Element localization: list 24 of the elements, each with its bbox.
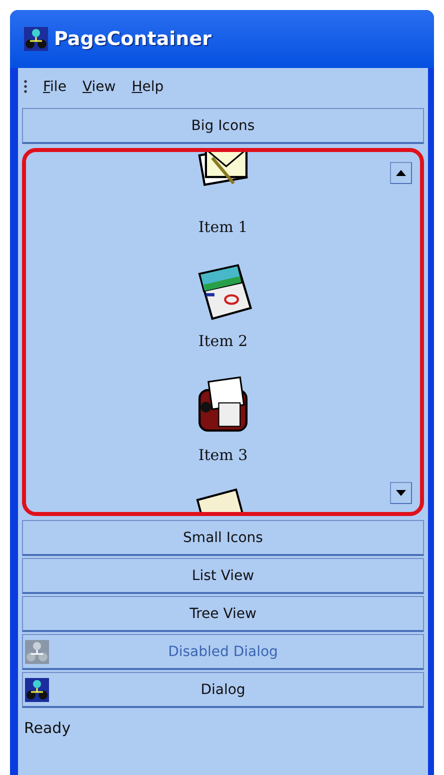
app-icon — [24, 27, 48, 51]
window-title: PageContainer — [54, 28, 212, 50]
card-file-icon — [198, 376, 248, 432]
menu-item[interactable]: File — [37, 77, 72, 97]
down-arrow-icon — [396, 490, 406, 496]
page-header-button[interactable]: Tree View — [22, 596, 424, 632]
app-icon — [25, 678, 49, 702]
big-icon-item[interactable]: Item 1 — [191, 152, 255, 260]
app-icon — [25, 640, 49, 664]
grip-icon — [24, 79, 27, 95]
calendar-icon — [198, 264, 252, 320]
status-bar-text: Ready — [23, 718, 72, 739]
big-icon-item[interactable]: Item 2 — [191, 260, 255, 374]
scroll-up-button[interactable] — [390, 162, 412, 184]
menu-item[interactable]: View — [76, 77, 122, 97]
page-header-button[interactable]: Small Icons — [22, 520, 424, 556]
page-header-button[interactable]: Dialog — [22, 672, 424, 708]
envelope-icon — [198, 152, 248, 186]
page-header-button[interactable]: Big Icons — [22, 108, 424, 144]
page-header-button[interactable]: List View — [22, 558, 424, 594]
big-icon-item[interactable]: Item 3 — [191, 374, 255, 488]
up-arrow-icon — [396, 170, 406, 176]
scroll-down-button[interactable] — [390, 482, 412, 504]
menu-item[interactable]: Help — [126, 77, 170, 97]
